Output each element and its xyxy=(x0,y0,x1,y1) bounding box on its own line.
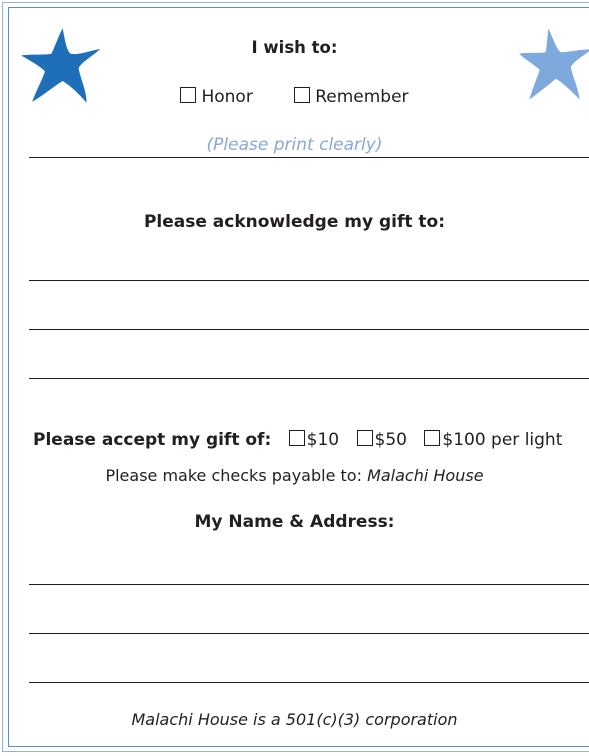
checks-payee: Malachi House xyxy=(367,466,484,485)
remember-label: Remember xyxy=(315,87,409,107)
remember-option[interactable]: Remember xyxy=(294,87,409,107)
footer-note: Malachi House is a 501(c)(3) corporation xyxy=(131,710,458,729)
address-line-3[interactable] xyxy=(29,682,589,683)
acknowledge-heading: Please acknowledge my gift to: xyxy=(143,212,446,232)
acknowledge-line-3[interactable] xyxy=(29,378,589,379)
gift-10-label: $10 xyxy=(306,430,340,450)
honor-option[interactable]: Honor xyxy=(180,87,253,107)
name-address-heading: My Name & Address: xyxy=(194,512,395,532)
gift-100-checkbox[interactable] xyxy=(424,430,441,446)
print-note: (Please print clearly) xyxy=(206,135,383,155)
honor-label: Honor xyxy=(201,87,253,107)
checks-prefix: Please make checks payable to: xyxy=(105,466,362,485)
gift-option-50[interactable]: $50 xyxy=(356,430,407,450)
acknowledge-line-2[interactable] xyxy=(29,329,589,330)
gift-label: Please accept my gift of: xyxy=(33,430,272,450)
tribute-name-line[interactable] xyxy=(29,157,589,158)
tribute-options: Honor Remember xyxy=(0,87,589,107)
wish-heading: I wish to: xyxy=(251,38,338,57)
gift-10-checkbox[interactable] xyxy=(288,430,305,446)
address-line-2[interactable] xyxy=(29,633,589,634)
address-line-1[interactable] xyxy=(29,584,589,585)
inner-border xyxy=(8,7,589,747)
honor-checkbox[interactable] xyxy=(180,87,197,103)
remember-checkbox[interactable] xyxy=(294,87,311,103)
gift-50-label: $50 xyxy=(374,430,407,450)
gift-100-label: $100 xyxy=(442,430,486,450)
gift-amount-row: Please accept my gift of: $10 $50 $100 p… xyxy=(33,430,562,450)
gift-option-100[interactable]: $100 xyxy=(424,430,486,450)
gift-50-checkbox[interactable] xyxy=(356,430,373,446)
acknowledge-line-1[interactable] xyxy=(29,280,589,281)
gift-suffix: per light xyxy=(491,430,563,450)
gift-option-10[interactable]: $10 xyxy=(288,430,340,450)
checks-payable-note: Please make checks payable to: Malachi H… xyxy=(0,466,589,485)
